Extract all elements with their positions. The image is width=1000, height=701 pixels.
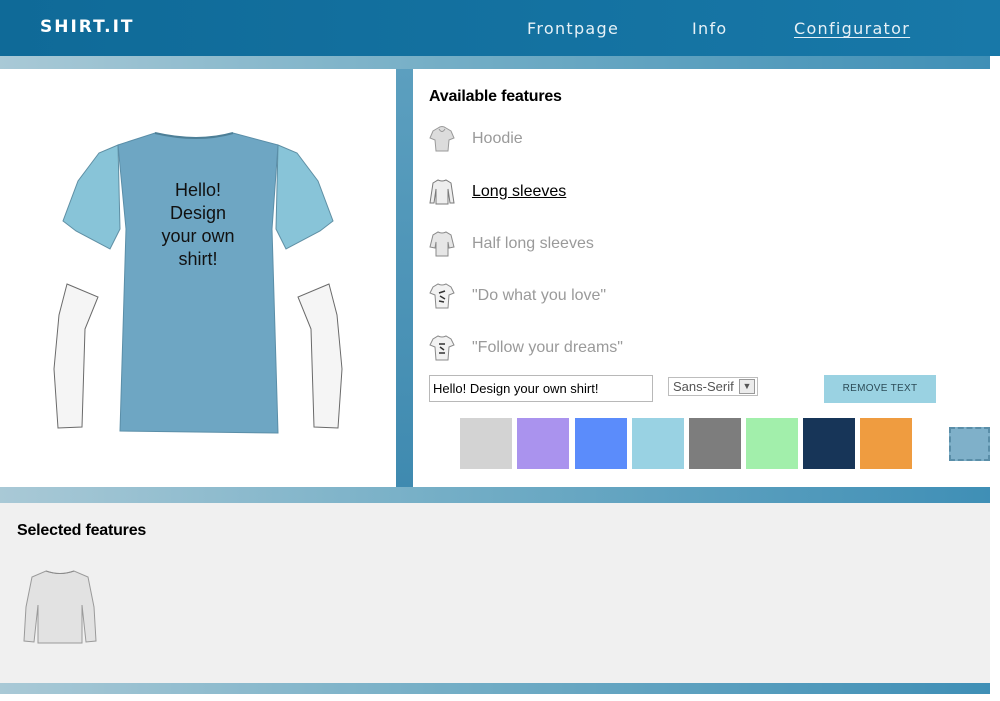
decorative-band: [0, 683, 990, 694]
feature-long-sleeves-label: Long sleeves: [472, 183, 567, 200]
top-navbar: SHIRT.IT Frontpage Info Configurator: [0, 0, 1000, 56]
color-swatch-mint[interactable]: [746, 418, 798, 469]
custom-color-picker[interactable]: [949, 427, 990, 461]
print-shirt-icon: [429, 283, 455, 309]
shirt-text-input[interactable]: [429, 375, 653, 402]
available-features-title: Available features: [429, 88, 562, 105]
nav-link-info[interactable]: Info: [692, 19, 727, 38]
chevron-down-icon: ▼: [739, 379, 755, 394]
feature-long-sleeves[interactable]: Long sleeves: [429, 177, 689, 207]
print-shirt-icon: [429, 335, 455, 361]
color-swatch-light-gray[interactable]: [460, 418, 512, 469]
feature-do-what-you-love-label: "Do what you love": [472, 287, 607, 304]
feature-hoodie-label: Hoodie: [472, 130, 523, 147]
nav-link-frontpage[interactable]: Frontpage: [527, 19, 619, 38]
decorative-band: [0, 56, 990, 69]
feature-follow-your-dreams[interactable]: "Follow your dreams": [429, 333, 689, 363]
long-sleeve-shirt-icon: [429, 179, 455, 205]
color-swatch-lavender[interactable]: [517, 418, 569, 469]
panel-divider: [396, 69, 413, 487]
feature-follow-your-dreams-label: "Follow your dreams": [472, 339, 623, 356]
feature-half-long-sleeves-label: Half long sleeves: [472, 235, 594, 252]
shirt-preview-panel: Hello! Design your own shirt!: [0, 69, 396, 487]
feature-half-long-sleeves[interactable]: Half long sleeves: [429, 229, 689, 259]
half-sleeve-shirt-icon: [429, 231, 455, 257]
selected-features-title: Selected features: [17, 522, 147, 539]
font-select[interactable]: Sans-Serif ▼: [668, 377, 758, 396]
selected-features-panel: Selected features: [0, 503, 990, 683]
feature-do-what-you-love[interactable]: "Do what you love": [429, 281, 689, 311]
shirt-print-text-value: Hello! Design your own shirt!: [161, 180, 235, 269]
color-swatch-gray[interactable]: [689, 418, 741, 469]
feature-hoodie[interactable]: Hoodie: [429, 124, 689, 154]
font-select-value: Sans-Serif: [673, 379, 734, 394]
site-logo[interactable]: SHIRT.IT: [40, 17, 135, 37]
decorative-band: [0, 487, 990, 503]
nav-link-configurator[interactable]: Configurator: [794, 19, 910, 38]
long-sleeve-shirt-icon[interactable]: [22, 567, 98, 645]
color-swatch-light-blue[interactable]: [632, 418, 684, 469]
color-swatch-orange[interactable]: [860, 418, 912, 469]
available-features-panel: Available features Hoodie Long sleeves H…: [413, 69, 990, 487]
color-swatch-blue[interactable]: [575, 418, 627, 469]
remove-text-button[interactable]: REMOVE TEXT: [824, 375, 936, 403]
hoodie-icon: [429, 126, 455, 152]
color-swatch-navy[interactable]: [803, 418, 855, 469]
shirt-print-text: Hello! Design your own shirt!: [138, 179, 258, 271]
shirt-preview-image: [53, 132, 343, 434]
